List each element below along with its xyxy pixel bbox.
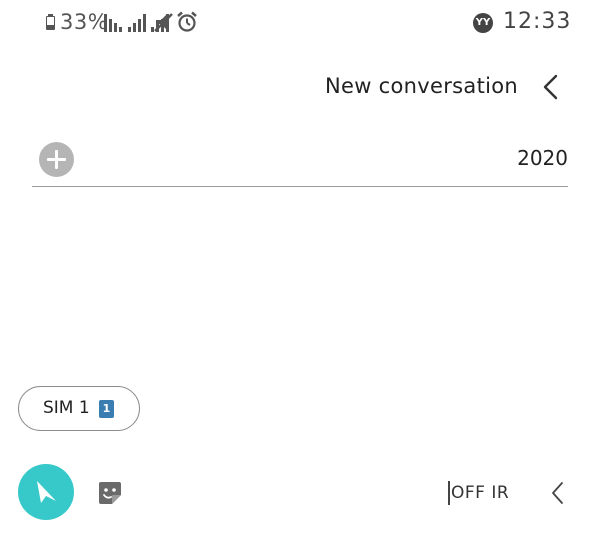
add-recipient-button[interactable] [39, 142, 74, 177]
sim-label: SIM 1 [43, 398, 90, 418]
recipient-divider [32, 186, 568, 187]
page-title: New conversation [325, 74, 518, 98]
sticker-icon[interactable] [96, 479, 124, 507]
battery-percent: 33% [60, 10, 109, 34]
sim-card-icon: 1 [99, 400, 114, 418]
carrier-badge: YY [473, 13, 493, 33]
back-icon[interactable] [538, 72, 566, 102]
mute-icon [154, 13, 173, 32]
send-button[interactable] [18, 464, 74, 520]
signal-icon [128, 14, 150, 32]
message-input[interactable]: OFF IR [451, 483, 509, 503]
signal-icon [104, 14, 126, 32]
status-time: 12:33 [503, 9, 572, 34]
sim-select-button[interactable]: SIM 1 1 [18, 386, 140, 431]
recipient-input[interactable]: 2020 [517, 146, 568, 170]
battery-icon [46, 14, 55, 30]
text-cursor [448, 481, 450, 505]
send-icon [37, 481, 56, 503]
chevron-left-icon[interactable] [548, 480, 568, 506]
alarm-icon [177, 11, 197, 32]
